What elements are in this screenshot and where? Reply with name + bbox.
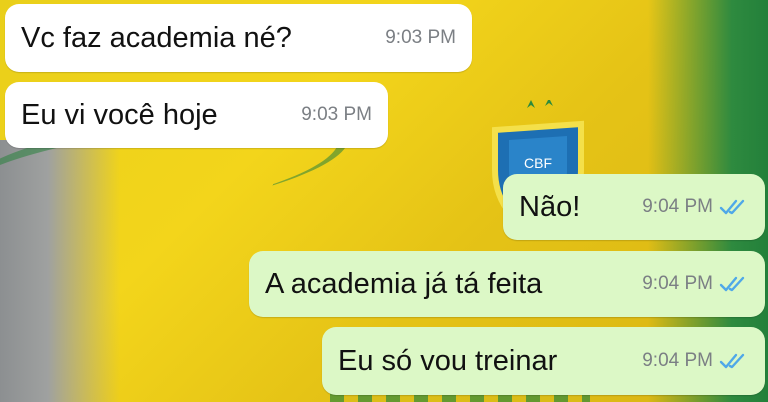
message-text: A academia já tá feita [265, 267, 543, 300]
message-text: Vc faz academia né? [21, 21, 292, 54]
message-bubble-outgoing[interactable]: Eu só vou treinar 9:04 PM [322, 327, 765, 395]
message-meta: 9:04 PM [626, 350, 749, 372]
double-check-icon [719, 276, 745, 292]
message-meta: 9:04 PM [626, 196, 749, 218]
message-timestamp: 9:04 PM [642, 273, 713, 294]
message-meta: 9:03 PM [369, 27, 456, 49]
message-text: Não! [519, 190, 581, 223]
message-meta: 9:03 PM [285, 104, 372, 126]
double-check-icon [719, 199, 745, 215]
crest-label: CBF [524, 155, 552, 171]
message-text: Eu só vou treinar [338, 344, 558, 377]
message-timestamp: 9:04 PM [642, 350, 713, 371]
message-timestamp: 9:03 PM [385, 27, 456, 48]
double-check-icon [719, 353, 745, 369]
message-timestamp: 9:04 PM [642, 196, 713, 217]
message-bubble-outgoing[interactable]: A academia já tá feita 9:04 PM [249, 251, 765, 317]
message-bubble-incoming[interactable]: Vc faz academia né? 9:03 PM [5, 4, 472, 72]
message-text: Eu vi você hoje [21, 98, 218, 131]
message-meta: 9:04 PM [626, 273, 749, 295]
message-timestamp: 9:03 PM [301, 104, 372, 125]
message-bubble-outgoing[interactable]: Não! 9:04 PM [503, 174, 765, 240]
message-bubble-incoming[interactable]: Eu vi você hoje 9:03 PM [5, 82, 388, 148]
